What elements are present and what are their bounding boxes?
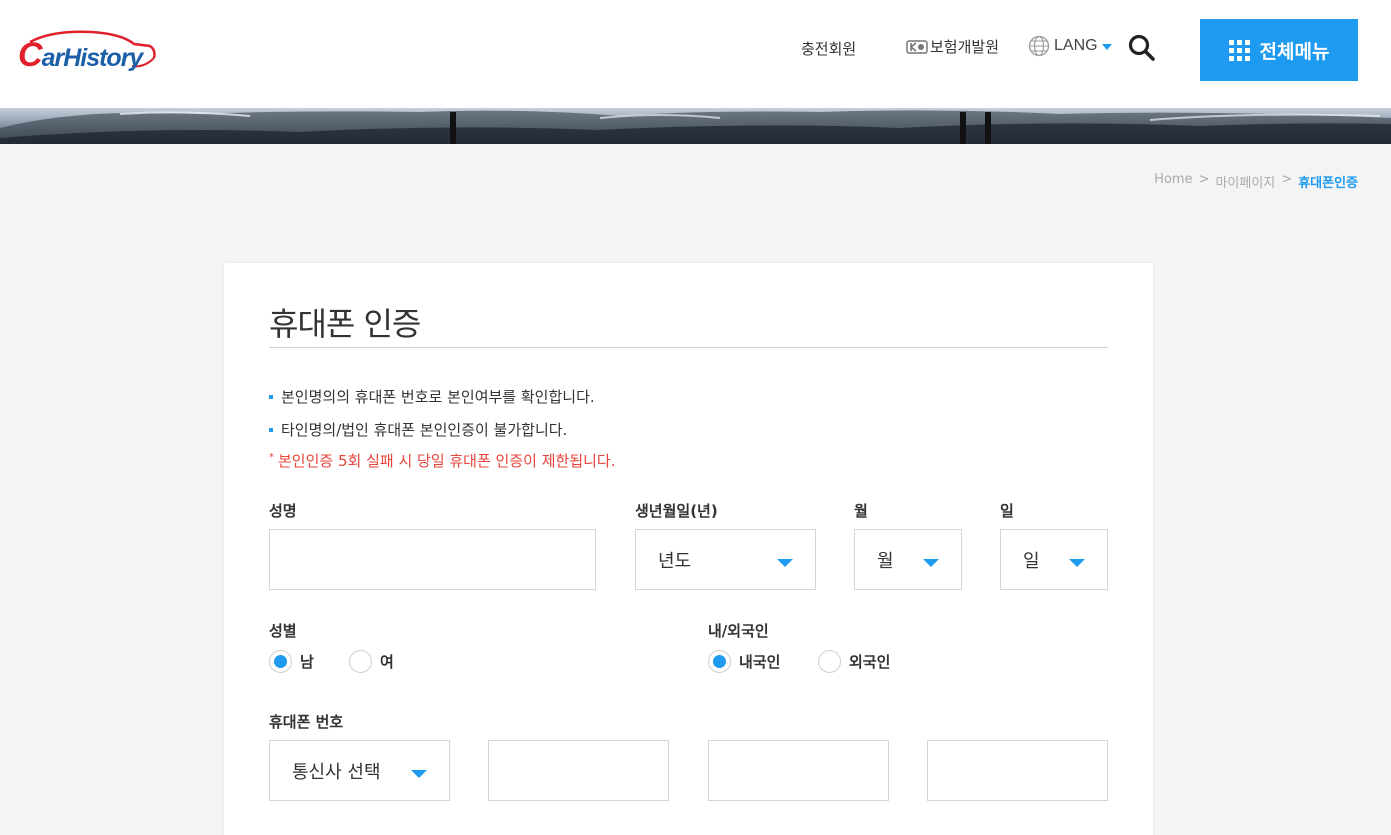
page-title: 휴대폰 인증 (269, 305, 421, 343)
chevron-down-icon (923, 558, 939, 567)
cars-banner-image (0, 108, 1391, 144)
logo-text: arHistory (41, 44, 144, 72)
notice-text: 타인명의/법인 휴대폰 본인인증이 불가합니다. (281, 421, 568, 439)
gender-female-radio[interactable]: 여 (349, 650, 394, 673)
warning-notice: * 본인인증 5회 실패 시 당일 휴대폰 인증이 제한됩니다. (269, 450, 616, 471)
chevron-down-icon (777, 558, 793, 567)
birth-year-value: 년도 (658, 550, 692, 572)
radio-unchecked-icon (818, 650, 841, 673)
chevron-down-icon (1069, 558, 1085, 567)
name-input[interactable] (269, 529, 596, 590)
birth-month-label: 월 (854, 502, 868, 520)
search-icon (1128, 34, 1155, 61)
phone-verification-card: 휴대폰 인증 본인명의의 휴대폰 번호로 본인여부를 확인합니다. 타인명의/법… (224, 263, 1153, 835)
notice-item: 본인명의의 휴대폰 번호로 본인여부를 확인합니다. (269, 386, 595, 407)
nav-insurance-label: 보험개발원 (930, 38, 1000, 56)
nav-charge-member[interactable]: 충전회원 (801, 38, 856, 59)
nav-insurance-institute[interactable]: 보험개발원 (906, 36, 999, 57)
grid-menu-icon (1228, 39, 1250, 61)
logo-letter-c: C (18, 36, 43, 74)
nationality-foreign-label: 외국인 (849, 653, 891, 671)
gender-male-radio[interactable]: 남 (269, 650, 314, 673)
phone-part1-input[interactable] (488, 740, 669, 801)
nationality-foreign-radio[interactable]: 외국인 (818, 650, 890, 673)
birth-day-select[interactable]: 일 (1000, 529, 1108, 590)
birth-month-select[interactable]: 월 (854, 529, 962, 590)
breadcrumb-separator: > (1198, 172, 1210, 187)
nationality-label: 내/외국인 (708, 622, 769, 640)
chevron-down-icon (411, 769, 427, 778)
phone-label: 휴대폰 번호 (269, 713, 344, 731)
notice-text: 본인명의의 휴대폰 번호로 본인여부를 확인합니다. (281, 388, 595, 406)
breadcrumb: Home > 마이페이지 > 휴대폰인증 (1154, 172, 1358, 191)
breadcrumb-current: 휴대폰인증 (1298, 176, 1358, 191)
nationality-domestic-label: 내국인 (739, 653, 781, 671)
chevron-down-icon (1101, 44, 1112, 50)
carrier-select[interactable]: 통신사 선택 (269, 740, 450, 801)
phone-part3-input[interactable] (927, 740, 1108, 801)
radio-unchecked-icon (349, 650, 372, 673)
gender-male-label: 남 (300, 653, 314, 671)
birth-day-value: 일 (1023, 550, 1040, 572)
birth-day-label: 일 (1000, 502, 1014, 520)
gender-label: 성별 (269, 622, 297, 640)
gender-female-label: 여 (380, 653, 394, 671)
warning-text: 본인인증 5회 실패 시 당일 휴대폰 인증이 제한됩니다. (278, 452, 616, 470)
notice-item: 타인명의/법인 휴대폰 본인인증이 불가합니다. (269, 419, 567, 440)
radio-checked-icon (708, 650, 731, 673)
birth-year-label: 생년월일(년) (635, 502, 718, 520)
breadcrumb-mypage[interactable]: 마이페이지 (1215, 172, 1275, 191)
breadcrumb-separator: > (1281, 172, 1293, 187)
nationality-domestic-radio[interactable]: 내국인 (708, 650, 780, 673)
full-menu-label: 전체메뉴 (1259, 40, 1330, 63)
lang-selector[interactable]: LANG (1028, 35, 1112, 57)
bullet-icon (269, 394, 273, 399)
full-menu-button[interactable]: 전체메뉴 (1200, 19, 1358, 81)
warning-mark: * (269, 452, 274, 463)
title-divider (269, 347, 1108, 348)
lang-label: LANG (1054, 37, 1098, 54)
search-button[interactable] (1127, 33, 1157, 63)
phone-part2-input[interactable] (708, 740, 889, 801)
bullet-icon (269, 427, 273, 432)
birth-year-select[interactable]: 년도 (635, 529, 816, 590)
kidi-logo-icon (906, 39, 928, 54)
carrier-value: 통신사 선택 (292, 761, 381, 783)
radio-checked-icon (269, 650, 292, 673)
carhistory-logo[interactable]: CarHistory (18, 28, 156, 74)
site-header: CarHistory 충전회원 보험개발원 LANG 전체메뉴 (0, 0, 1391, 108)
globe-icon (1028, 35, 1050, 57)
name-label: 성명 (269, 502, 297, 520)
breadcrumb-home[interactable]: Home (1154, 172, 1192, 191)
birth-month-value: 월 (877, 550, 894, 572)
